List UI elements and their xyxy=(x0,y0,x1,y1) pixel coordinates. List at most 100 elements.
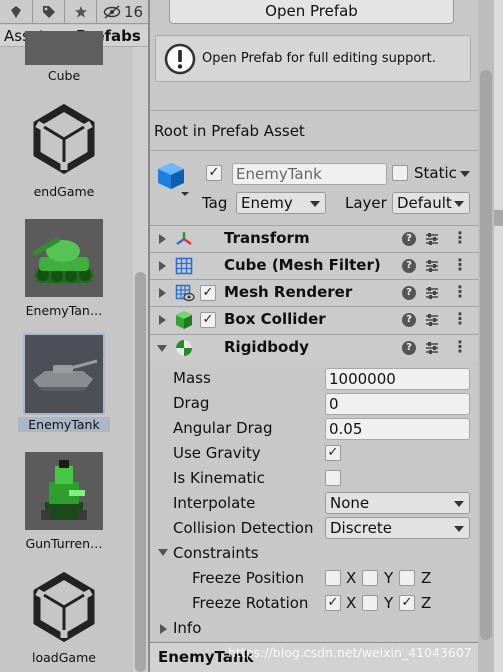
help-box: Open Prefab for full editing support. xyxy=(155,35,471,82)
component-box-collider[interactable]: ✓ Box Collider ? ⋮ xyxy=(150,306,478,333)
axis-x-label: X xyxy=(346,569,357,587)
more-menu-icon[interactable]: ⋮ xyxy=(452,283,468,301)
use-gravity-checkbox[interactable]: ✓ xyxy=(325,445,341,461)
static-dropdown-arrow[interactable] xyxy=(460,171,470,177)
collision-detection-dropdown[interactable]: Discrete xyxy=(325,517,470,539)
more-menu-icon[interactable]: ⋮ xyxy=(452,310,468,328)
transform-icon xyxy=(176,232,192,245)
asset-enemytank-green[interactable]: EnemyTan… xyxy=(12,219,116,323)
chevron-down-icon xyxy=(454,526,464,532)
layer-dropdown[interactable]: Default xyxy=(392,192,470,214)
component-enabled-checkbox[interactable]: ✓ xyxy=(200,312,216,328)
interpolate-dropdown[interactable]: None xyxy=(325,492,470,514)
help-icon[interactable]: ? xyxy=(402,341,416,355)
asset-gunturret[interactable]: GunTurren… xyxy=(12,452,116,556)
asset-cube[interactable]: Cube xyxy=(12,31,116,87)
preset-icon[interactable] xyxy=(425,341,439,355)
freeze-rotation-y-checkbox[interactable] xyxy=(362,595,378,611)
component-name: Mesh Renderer xyxy=(224,283,353,301)
help-icon[interactable]: ? xyxy=(402,286,416,300)
star-icon[interactable] xyxy=(65,0,97,24)
freeze-rotation-z-checkbox[interactable]: ✓ xyxy=(399,595,415,611)
constraints-foldout-icon[interactable] xyxy=(158,549,168,556)
preset-icon[interactable] xyxy=(425,313,439,327)
help-icon[interactable]: ? xyxy=(402,259,416,273)
more-menu-icon[interactable]: ⋮ xyxy=(452,338,468,356)
window-edge xyxy=(494,0,503,672)
foldout-arrow-icon[interactable] xyxy=(159,315,166,325)
prefab-cube-icon[interactable] xyxy=(157,161,191,197)
is-kinematic-checkbox[interactable] xyxy=(325,470,341,486)
inspector-scrollbar-thumb[interactable] xyxy=(480,70,492,640)
mesh-renderer-icon xyxy=(175,284,195,302)
layer-label: Layer xyxy=(345,194,387,212)
help-icon[interactable]: ? xyxy=(402,232,416,246)
help-icon[interactable]: ? xyxy=(402,313,416,327)
preset-icon[interactable] xyxy=(425,232,439,246)
static-checkbox[interactable] xyxy=(392,165,408,181)
asset-label: GunTurren… xyxy=(25,536,103,551)
object-active-checkbox[interactable]: ✓ xyxy=(206,165,222,181)
asset-loadgame[interactable]: loadGame xyxy=(12,568,116,672)
asset-enemytank[interactable]: EnemyTank xyxy=(12,333,116,435)
interpolate-value: None xyxy=(330,494,370,512)
foldout-arrow-icon[interactable] xyxy=(159,234,166,244)
component-name: Cube (Mesh Filter) xyxy=(224,256,381,274)
static-label: Static xyxy=(414,164,457,182)
constraints-label[interactable]: Constraints xyxy=(173,544,259,562)
foldout-arrow-icon[interactable] xyxy=(157,345,167,352)
gray-tank-thumbnail xyxy=(23,333,105,415)
freeze-rotation-x-checkbox[interactable]: ✓ xyxy=(325,595,341,611)
component-tools: ? ⋮ xyxy=(402,283,468,301)
foldout-arrow-icon[interactable] xyxy=(159,261,166,271)
project-panel: 16 Assets ▸ Prefabs Cube endGame EnemyTa… xyxy=(0,0,149,672)
drag-field[interactable]: 0 xyxy=(325,393,470,415)
asset-label: loadGame xyxy=(32,650,96,665)
component-mesh-filter[interactable]: Cube (Mesh Filter) ? ⋮ xyxy=(150,252,478,279)
unity-logo-icon xyxy=(33,103,95,175)
mesh-filter-icon xyxy=(175,257,193,275)
is-kinematic-label: Is Kinematic xyxy=(173,469,265,487)
tag-icon[interactable] xyxy=(33,0,65,24)
project-toolbar: 16 xyxy=(0,0,149,24)
info-label[interactable]: Info xyxy=(173,619,201,637)
more-menu-icon[interactable]: ⋮ xyxy=(452,229,468,247)
component-transform[interactable]: Transform ? ⋮ xyxy=(150,225,478,252)
interpolate-label: Interpolate xyxy=(173,494,256,512)
component-name: Transform xyxy=(224,229,310,247)
component-rigidbody[interactable]: Rigidbody ? ⋮ xyxy=(150,334,478,362)
component-tools: ? ⋮ xyxy=(402,229,468,247)
project-scrollbar-thumb[interactable] xyxy=(135,272,146,672)
hidden-count-toggle[interactable]: 16 xyxy=(97,0,149,24)
box-collider-icon xyxy=(176,311,192,329)
freeze-position-z-checkbox[interactable] xyxy=(399,570,415,586)
info-icon xyxy=(164,43,196,75)
mass-field[interactable]: 1000000 xyxy=(325,368,470,390)
component-enabled-checkbox[interactable]: ✓ xyxy=(200,285,216,301)
tag-label: Tag xyxy=(202,194,228,212)
component-tools: ? ⋮ xyxy=(402,310,468,328)
green-tank-thumbnail xyxy=(25,219,103,297)
object-name-field[interactable]: EnemyTank xyxy=(232,163,387,185)
component-mesh-renderer[interactable]: ✓ Mesh Renderer ? ⋮ xyxy=(150,279,478,306)
more-menu-icon[interactable]: ⋮ xyxy=(452,256,468,274)
info-foldout-icon[interactable] xyxy=(160,624,167,634)
mass-label: Mass xyxy=(173,369,211,387)
component-name: Box Collider xyxy=(224,310,326,328)
scene-icon[interactable] xyxy=(0,0,33,24)
gun-turret-thumbnail xyxy=(25,452,103,530)
foldout-arrow-icon[interactable] xyxy=(159,288,166,298)
collision-detection-value: Discrete xyxy=(330,519,392,537)
freeze-position-y-checkbox[interactable] xyxy=(362,570,378,586)
cube-thumbnail xyxy=(25,31,103,65)
angular-drag-field[interactable]: 0.05 xyxy=(325,418,470,440)
tag-dropdown[interactable]: Enemy xyxy=(236,192,326,214)
asset-endgame[interactable]: endGame xyxy=(12,100,116,204)
asset-label: endGame xyxy=(33,184,95,199)
rigidbody-icon xyxy=(176,340,192,356)
open-prefab-button[interactable]: Open Prefab xyxy=(169,0,454,24)
preset-icon[interactable] xyxy=(425,259,439,273)
preset-icon[interactable] xyxy=(425,286,439,300)
freeze-position-x-checkbox[interactable] xyxy=(325,570,341,586)
divider-line xyxy=(150,150,478,151)
